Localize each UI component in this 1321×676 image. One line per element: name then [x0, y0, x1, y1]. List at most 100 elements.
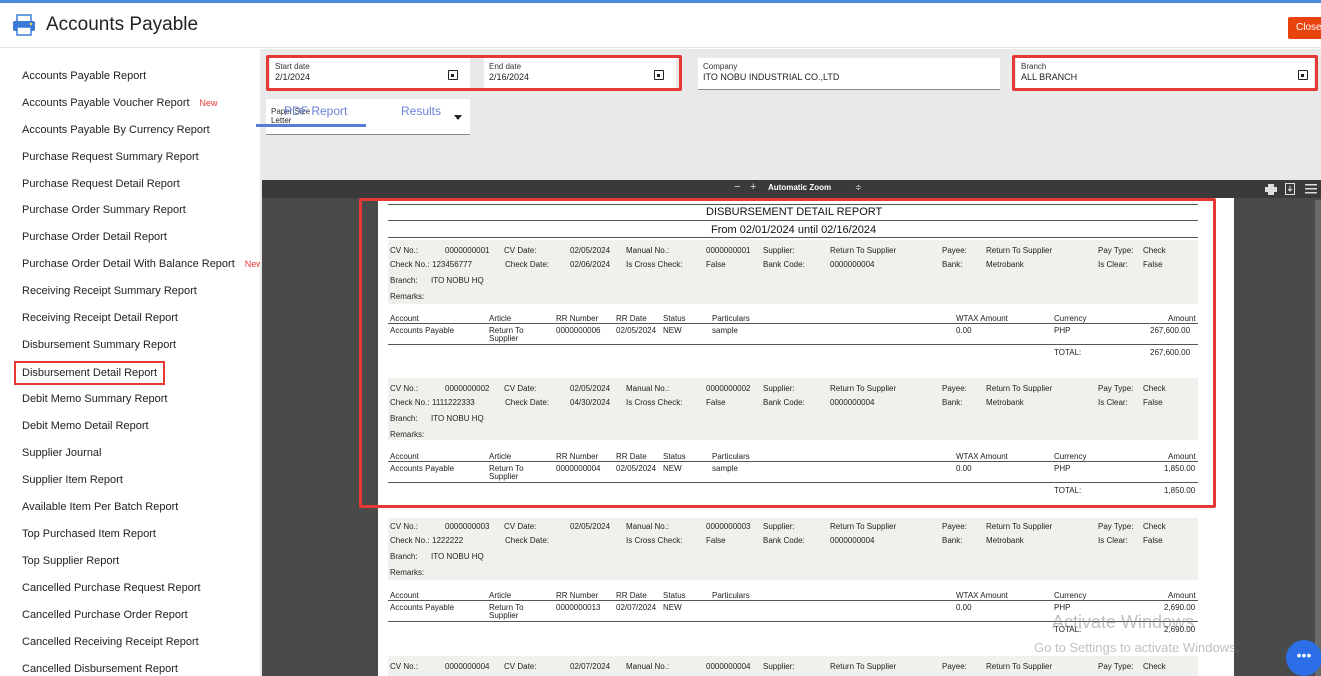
col-rr-date: RR Date	[616, 591, 647, 600]
sidebar-item-disbursement-summary-report[interactable]: Disbursement Summary Report	[22, 339, 176, 351]
cv-date-label: CV Date:	[504, 522, 537, 531]
sidebar-item-po-detail-balance-report[interactable]: Purchase Order Detail With Balance Repor…	[22, 258, 263, 270]
pay-type-label: Pay Type:	[1098, 662, 1134, 671]
sidebar-item-po-summary-report[interactable]: Purchase Order Summary Report	[22, 204, 186, 216]
col-particulars: Particulars	[712, 591, 750, 600]
cv-date-value: 02/05/2024	[570, 522, 611, 531]
print-icon[interactable]	[1265, 184, 1277, 195]
payee-label: Payee:	[942, 522, 967, 531]
sidebar-item-rr-summary-report[interactable]: Receiving Receipt Summary Report	[22, 285, 197, 297]
chevron-down-icon	[454, 115, 462, 120]
branch-highlight	[1012, 55, 1318, 91]
col-article: Article	[489, 591, 512, 600]
company-value: ITO NOBU INDUSTRIAL CO.,LTD	[703, 72, 840, 82]
company-label: Company	[703, 62, 738, 71]
payee-label: Payee:	[942, 662, 967, 671]
sidebar-item-label: Purchase Request Summary Report	[22, 151, 199, 163]
col-status: Status	[663, 591, 686, 600]
check-no-value: 1222222	[432, 536, 464, 545]
cv-no-value: 0000000003	[445, 522, 490, 531]
cv-no-value: 0000000004	[445, 662, 490, 671]
supplier-value: Return To Supplier	[830, 522, 897, 531]
close-button[interactable]: Close	[1288, 17, 1321, 39]
active-tab-indicator	[256, 124, 366, 127]
sidebar-item-ap-by-currency-report[interactable]: Accounts Payable By Currency Report	[22, 124, 210, 136]
sidebar-item-debit-memo-summary-report[interactable]: Debit Memo Summary Report	[22, 393, 168, 405]
sidebar-item-rr-detail-report[interactable]: Receiving Receipt Detail Report	[22, 312, 178, 324]
sidebar-item-cancelled-pr[interactable]: Cancelled Purchase Request Report	[22, 582, 201, 594]
sidebar-item-top-purchased-item[interactable]: Top Purchased Item Report	[22, 528, 156, 540]
activate-windows-subtext: Go to Settings to activate Windows.	[1034, 640, 1240, 655]
sidebar-item-available-item-per-batch[interactable]: Available Item Per Batch Report	[22, 501, 178, 513]
sidebar-item-cancelled-po[interactable]: Cancelled Purchase Order Report	[22, 609, 188, 621]
report-highlight	[359, 198, 1216, 508]
wtax-value: 0.00	[956, 603, 972, 612]
status-value: NEW	[663, 603, 682, 612]
sidebar-item-pr-summary-report[interactable]: Purchase Request Summary Report	[22, 151, 199, 163]
tab-results[interactable]: Results	[401, 104, 441, 118]
app-header: Accounts Payable Close	[0, 3, 1321, 48]
company-field[interactable]: Company ITO NOBU INDUSTRIAL CO.,LTD	[698, 58, 1000, 90]
sidebar-item-label: Accounts Payable Report	[22, 70, 147, 82]
supplier-value: Return To Supplier	[830, 662, 897, 671]
sidebar-item-label: Accounts Payable Voucher Report	[22, 97, 190, 109]
printer-icon	[13, 14, 35, 36]
is-clear-label: Is Clear:	[1098, 536, 1128, 545]
sidebar-item-label: Disbursement Summary Report	[22, 339, 177, 351]
sidebar-item-cancelled-disbursement[interactable]: Cancelled Disbursement Report	[22, 663, 178, 675]
cv-no-label: CV No.:	[390, 662, 419, 671]
check-date-label: Check Date:	[505, 536, 550, 545]
pay-type-value: Check	[1143, 522, 1166, 531]
menu-icon[interactable]	[1305, 184, 1317, 194]
payee-value: Return To Supplier	[986, 522, 1053, 531]
sidebar-item-label: Debit Memo Summary Report	[22, 393, 168, 405]
account-value: Accounts Payable	[390, 603, 455, 612]
bank-value: Metrobank	[986, 536, 1024, 545]
tab-pdf-report[interactable]: PDF Report	[284, 104, 347, 118]
bank-code-value: 0000000004	[830, 536, 875, 545]
sidebar-item-label: Supplier Journal	[22, 447, 102, 459]
manual-no-label: Manual No.:	[626, 522, 670, 531]
branch-label: Branch:	[390, 552, 418, 561]
sidebar-item-label: Cancelled Disbursement Report	[22, 663, 178, 675]
manual-no-value: 0000000003	[706, 522, 751, 531]
sidebar-item-pr-detail-report[interactable]: Purchase Request Detail Report	[22, 178, 180, 190]
sidebar-item-top-supplier[interactable]: Top Supplier Report	[22, 555, 119, 567]
sidebar-item-label: Purchase Order Detail With Balance Repor…	[22, 258, 235, 270]
report-sidebar: Accounts Payable Report Accounts Payable…	[0, 49, 263, 676]
cv-no-label: CV No.:	[390, 522, 419, 531]
sidebar-item-debit-memo-detail-report[interactable]: Debit Memo Detail Report	[22, 420, 149, 432]
col-wtax: WTAX Amount	[956, 591, 1008, 600]
viewer-scrollbar[interactable]	[1315, 200, 1321, 676]
sidebar-item-label: Accounts Payable By Currency Report	[22, 124, 210, 136]
sidebar-item-label: Purchase Order Detail Report	[22, 231, 167, 243]
supplier-label: Supplier:	[763, 662, 795, 671]
bank-code-label: Bank Code:	[763, 536, 805, 545]
sidebar-item-accounts-payable-report[interactable]: Accounts Payable Report	[22, 70, 146, 82]
sidebar-item-label: Receiving Receipt Summary Report	[22, 285, 197, 297]
sidebar-item-disbursement-detail-report[interactable]: Disbursement Detail Report	[14, 361, 166, 385]
sidebar-item-cancelled-rr[interactable]: Cancelled Receiving Receipt Report	[22, 636, 199, 648]
pay-type-value: Check	[1143, 662, 1166, 671]
col-amount: Amount	[1168, 591, 1196, 600]
zoom-out-button[interactable]: −	[734, 181, 740, 193]
zoom-in-button[interactable]: +	[750, 181, 756, 193]
sidebar-item-label: Top Purchased Item Report	[22, 528, 156, 540]
sidebar-item-supplier-item-report[interactable]: Supplier Item Report	[22, 474, 123, 486]
divider	[388, 600, 1198, 601]
sidebar-item-label: Cancelled Purchase Request Report	[22, 582, 201, 594]
sidebar-item-supplier-journal[interactable]: Supplier Journal	[22, 447, 102, 459]
date-range-highlight	[266, 55, 682, 91]
bank-label: Bank:	[942, 536, 963, 545]
sidebar-item-po-detail-report[interactable]: Purchase Order Detail Report	[22, 231, 167, 243]
more-options-button[interactable]: •••	[1286, 640, 1321, 676]
amount-value: 2,690.00	[1164, 603, 1196, 612]
new-badge: New	[199, 98, 218, 108]
sidebar-item-label: Cancelled Purchase Order Report	[22, 609, 188, 621]
is-clear-value: False	[1143, 536, 1163, 545]
sidebar-item-label: Receiving Receipt Detail Report	[22, 312, 178, 324]
sidebar-item-label: Top Supplier Report	[22, 555, 120, 567]
sidebar-item-ap-voucher-report[interactable]: Accounts Payable Voucher Report New	[22, 97, 218, 109]
download-icon[interactable]	[1285, 183, 1295, 195]
zoom-select[interactable]: Automatic Zoom	[768, 183, 831, 192]
